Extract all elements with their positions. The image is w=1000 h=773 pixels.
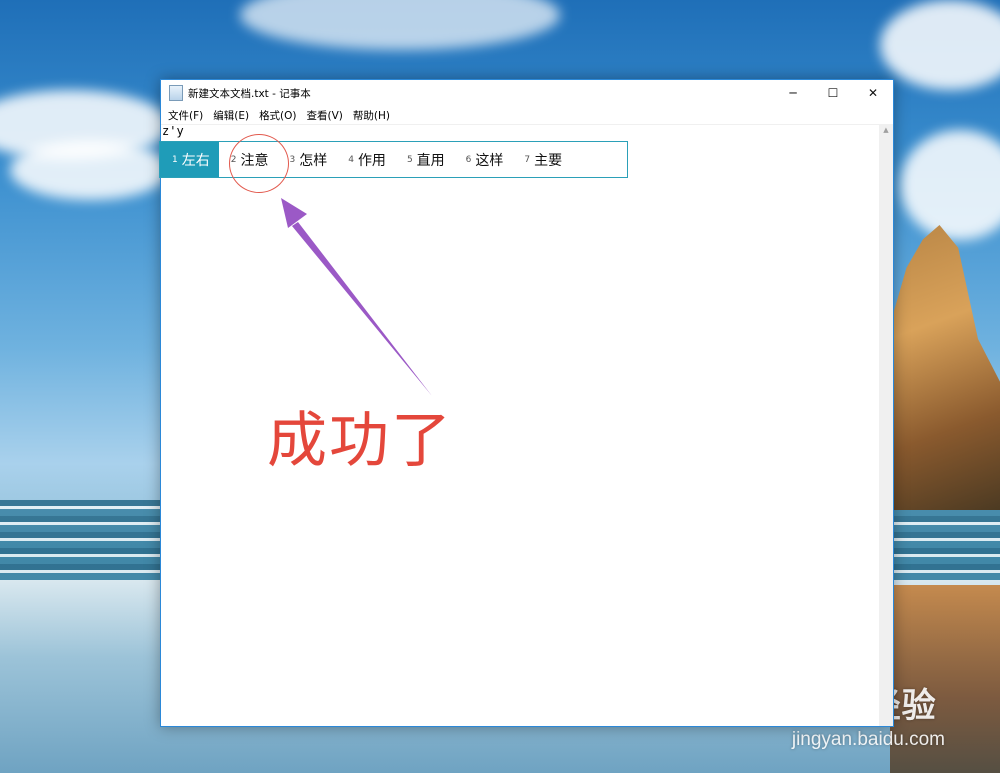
- arrow-shaft: [292, 222, 432, 396]
- arrow-head: [281, 198, 307, 228]
- annotation-caption: 成功了: [267, 406, 453, 476]
- annotation-arrow-icon: [281, 198, 432, 396]
